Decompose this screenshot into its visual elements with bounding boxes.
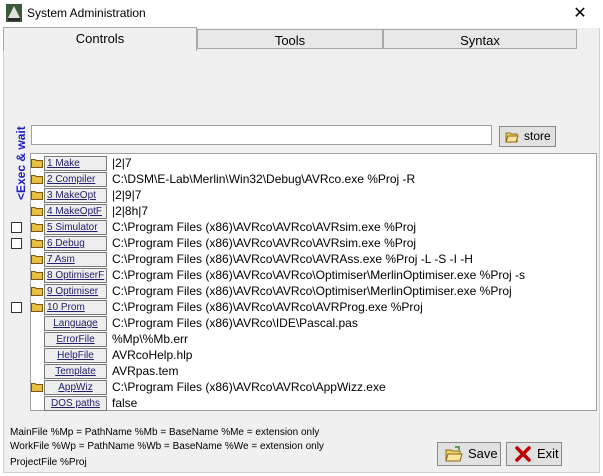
- tool-command-text[interactable]: C:\Program Files (x86)\AVRco\IDE\Pascal.…: [112, 315, 358, 331]
- tool-button[interactable]: Language: [44, 316, 107, 331]
- browse-folder-icon[interactable]: [31, 222, 43, 232]
- browse-folder-icon[interactable]: [31, 382, 43, 392]
- app-logo-icon: [6, 4, 22, 22]
- tool-command-text[interactable]: |2|8h|7: [112, 203, 148, 219]
- exec-wait-label: <Exec & wait: [14, 126, 28, 200]
- tool-button[interactable]: 3 MakeOpt: [44, 188, 107, 203]
- tool-button[interactable]: 8 OptimiserF: [44, 268, 107, 283]
- open-folder-icon: [505, 132, 519, 143]
- browse-folder-icon[interactable]: [31, 286, 43, 296]
- close-button[interactable]: ✕: [557, 0, 603, 28]
- tool-button[interactable]: 4 MakeOptF: [44, 204, 107, 219]
- exec-wait-checkbox[interactable]: [11, 238, 22, 249]
- exec-wait-toggle[interactable]: <Exec & wait: [6, 118, 28, 200]
- tool-command-text[interactable]: C:\Program Files (x86)\AVRco\AVRco\Optim…: [112, 283, 512, 299]
- save-folder-icon: [445, 446, 463, 462]
- tool-button[interactable]: 5 Simulator: [44, 220, 107, 235]
- save-label: Save: [468, 446, 498, 461]
- tab-controls[interactable]: Controls: [3, 27, 197, 51]
- tool-command-text[interactable]: AVRcoHelp.hlp: [112, 347, 192, 363]
- exit-button[interactable]: Exit: [506, 442, 562, 466]
- tool-command-text[interactable]: C:\Program Files (x86)\AVRco\AVRco\AVRsi…: [112, 219, 416, 235]
- tool-button[interactable]: HelpFile: [44, 348, 107, 363]
- tool-command-text[interactable]: C:\Program Files (x86)\AVRco\AVRco\AppWi…: [112, 379, 386, 395]
- info-projectfile: ProjectFile %Proj: [10, 457, 87, 468]
- command-input[interactable]: [31, 125, 492, 145]
- exit-x-icon: [515, 446, 531, 462]
- info-workfile: WorkFile %Wp = PathName %Wb = BaseName %…: [10, 441, 324, 452]
- tool-button[interactable]: 2 Compiler: [44, 172, 107, 187]
- info-mainfile: MainFile %Mp = PathName %Mb = BaseName %…: [10, 427, 320, 438]
- tool-button[interactable]: 9 Optimiser: [44, 284, 107, 299]
- tool-button[interactable]: 7 Asm: [44, 252, 107, 267]
- exec-wait-checkbox[interactable]: [11, 222, 22, 233]
- tool-command-text[interactable]: C:\Program Files (x86)\AVRco\AVRco\AVRPr…: [112, 299, 423, 315]
- browse-folder-icon[interactable]: [31, 302, 43, 312]
- store-button[interactable]: store: [499, 126, 556, 147]
- tab-syntax[interactable]: Syntax: [383, 29, 577, 49]
- browse-folder-icon[interactable]: [31, 238, 43, 248]
- tool-button[interactable]: Template: [44, 364, 107, 379]
- tool-button[interactable]: AppWiz: [44, 380, 107, 395]
- browse-folder-icon[interactable]: [31, 270, 43, 280]
- tool-command-text[interactable]: |2|9|7: [112, 187, 141, 203]
- tool-command-text[interactable]: %Mp\%Mb.err: [112, 331, 188, 347]
- browse-folder-icon[interactable]: [31, 158, 43, 168]
- browse-folder-icon[interactable]: [31, 174, 43, 184]
- browse-folder-icon[interactable]: [31, 190, 43, 200]
- store-label: store: [524, 129, 551, 143]
- exec-wait-checkbox[interactable]: [11, 302, 22, 313]
- exit-label: Exit: [537, 446, 559, 461]
- tool-command-text[interactable]: C:\DSM\E-Lab\Merlin\Win32\Debug\AVRco.ex…: [112, 171, 415, 187]
- browse-folder-icon[interactable]: [31, 254, 43, 264]
- window-title: System Administration: [27, 6, 146, 20]
- tool-command-text[interactable]: false: [112, 395, 137, 411]
- browse-folder-icon[interactable]: [31, 206, 43, 216]
- title-bar: System Administration ✕: [0, 0, 603, 28]
- tool-command-text[interactable]: C:\Program Files (x86)\AVRco\AVRco\Optim…: [112, 267, 525, 283]
- tool-command-text[interactable]: AVRpas.tem: [112, 363, 178, 379]
- tool-command-text[interactable]: |2|7: [112, 155, 132, 171]
- tool-button[interactable]: 1 Make: [44, 156, 107, 171]
- save-button[interactable]: Save: [437, 442, 501, 466]
- tool-command-text[interactable]: C:\Program Files (x86)\AVRco\AVRco\AVRsi…: [112, 235, 416, 251]
- tool-command-text[interactable]: C:\Program Files (x86)\AVRco\AVRco\AVRAs…: [112, 251, 473, 267]
- tool-button[interactable]: DOS paths: [44, 396, 107, 411]
- tab-tools[interactable]: Tools: [197, 29, 383, 49]
- tool-button[interactable]: 6 Debug: [44, 236, 107, 251]
- tool-button[interactable]: ErrorFile: [44, 332, 107, 347]
- tab-bar: Controls Tools Syntax: [3, 27, 599, 51]
- tool-button[interactable]: 10 Prom: [44, 300, 107, 315]
